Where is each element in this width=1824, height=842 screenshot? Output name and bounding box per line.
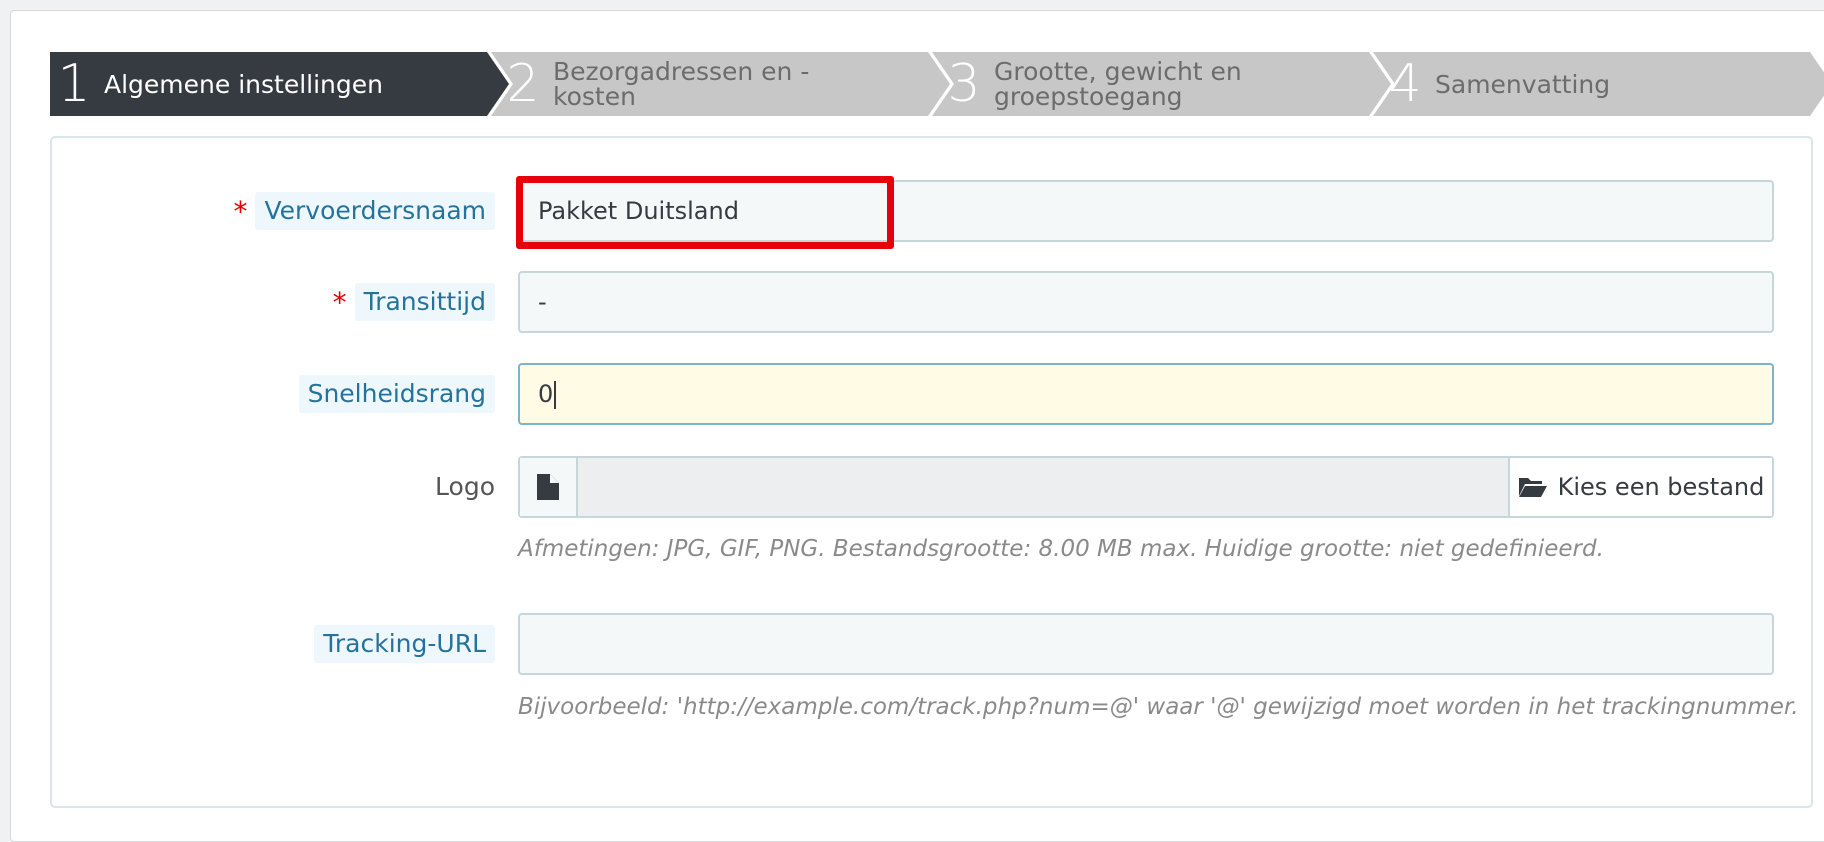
transit-time-input[interactable]: - — [518, 271, 1774, 333]
tracking-url-label: Tracking-URL — [314, 625, 495, 663]
choose-file-button[interactable]: Kies een bestand — [1508, 458, 1772, 516]
tracking-url-help-text: Bijvoorbeeld: 'http://example.com/track.… — [518, 694, 1799, 720]
logo-label: Logo — [435, 468, 495, 506]
wizard-step-1[interactable]: 1 Algemene instellingen — [50, 52, 509, 116]
step-label: Samenvatting — [1435, 69, 1611, 99]
file-name-display — [578, 458, 1508, 516]
speed-grade-label: Snelheidsrang — [298, 375, 495, 413]
wizard-step-2[interactable]: 2 Bezorgadressen en -kosten — [491, 52, 950, 116]
logo-file-input[interactable]: Kies een bestand — [518, 456, 1774, 518]
carrier-form: * Vervoerdersnaam Pakket Duitsland * Trans… — [50, 136, 1813, 808]
label-text: Tracking-URL — [314, 625, 495, 663]
folder-open-icon — [1518, 478, 1547, 497]
text-caret — [554, 381, 557, 409]
transit-time-label: * Transittijd — [333, 283, 495, 321]
tracking-url-input[interactable] — [518, 613, 1774, 675]
label-text: Transittijd — [354, 283, 495, 321]
button-label: Kies een bestand — [1557, 473, 1765, 501]
logo-help-text: Afmetingen: JPG, GIF, PNG. Bestandsgroot… — [518, 536, 1604, 562]
speed-grade-input[interactable]: 0 — [518, 363, 1774, 425]
file-icon — [520, 458, 578, 516]
step-number: 1 — [57, 54, 91, 114]
label-text: Vervoerdersnaam — [255, 192, 495, 230]
input-value: 0 — [538, 380, 554, 408]
label-text: Logo — [435, 472, 495, 501]
input-value: Pakket Duitsland — [538, 197, 739, 225]
step-label: Algemene instellingen — [104, 69, 383, 99]
wizard-step-4[interactable]: 4 Samenvatting — [1373, 52, 1824, 116]
carrier-name-label: * Vervoerdersnaam — [233, 192, 495, 230]
required-mark: * — [233, 195, 248, 228]
step-label: Bezorgadressen en -kosten — [553, 57, 810, 111]
label-text: Snelheidsrang — [298, 375, 495, 413]
step-label: Grootte, gewicht en groepstoegang — [994, 57, 1242, 111]
required-mark: * — [332, 286, 347, 319]
carrier-name-input[interactable]: Pakket Duitsland — [518, 180, 1774, 242]
input-value: - — [538, 288, 547, 316]
wizard-step-3[interactable]: 3 Grootte, gewicht en groepstoegang — [932, 52, 1391, 116]
